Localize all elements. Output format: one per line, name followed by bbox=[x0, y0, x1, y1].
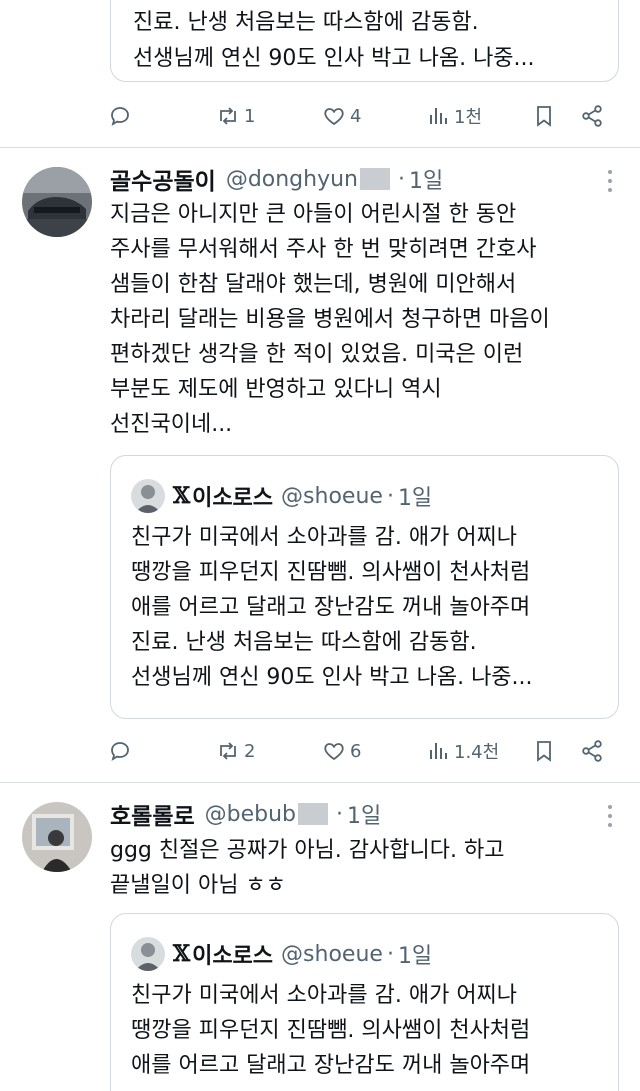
quote-timestamp: 1일 bbox=[397, 486, 433, 511]
quote-text-line: 땡깡을 피우던지 진땀뺌. 의사쌤이 천사처럼 bbox=[131, 1018, 531, 1043]
tweet-header: 골수공돌이 @donghyun · 1일 bbox=[110, 162, 443, 196]
tweet-actions: 2 6 1.4천 bbox=[108, 736, 618, 766]
quoted-tweet-card[interactable]: 𝕏 이소로스 @shoeue · 1일 친구가 미국에서 소아과를 감. 애가 … bbox=[110, 455, 619, 719]
quote-handle: @shoeue bbox=[281, 941, 383, 967]
views-count: 1.4천 bbox=[454, 742, 500, 763]
tweet[interactable]: 호롤롤로 @bebub · 1일 ggg 친절은 공짜가 아님. 감사합니다. … bbox=[0, 783, 640, 1091]
like-count: 4 bbox=[350, 105, 362, 127]
bookmark-button[interactable] bbox=[532, 101, 556, 131]
quote-avatar bbox=[131, 937, 165, 971]
tweet-header: 호롤롤로 @bebub · 1일 bbox=[110, 797, 381, 831]
tweet-text-line: 편하겠단 생각을 한 적이 있었음. 미국은 이런 bbox=[110, 342, 524, 367]
retweet-icon bbox=[216, 104, 240, 128]
avatar[interactable] bbox=[22, 167, 92, 237]
views-button[interactable]: 1.4천 bbox=[426, 736, 499, 766]
views-count: 1천 bbox=[454, 107, 483, 128]
separator-dot: · bbox=[398, 166, 405, 192]
quote-text-line: 진료. 난생 처음보는 따스함에 감동함. bbox=[131, 630, 477, 655]
retweet-icon bbox=[216, 739, 240, 763]
retweet-count: 1 bbox=[244, 105, 256, 127]
separator-dot: · bbox=[386, 483, 394, 509]
x-logo-icon: 𝕏 bbox=[173, 941, 191, 967]
bookmark-icon bbox=[532, 739, 556, 763]
more-icon[interactable] bbox=[606, 805, 614, 829]
reply-icon bbox=[108, 104, 132, 128]
retweet-button[interactable]: 2 bbox=[216, 736, 255, 766]
retweet-button[interactable]: 1 bbox=[216, 101, 255, 131]
views-icon bbox=[426, 739, 450, 763]
redaction-box bbox=[298, 803, 329, 825]
bookmark-icon bbox=[532, 104, 556, 128]
quote-timestamp: 1일 bbox=[397, 944, 433, 969]
quote-text-line: 선생님께 연신 90도 인사 박고 나옴. 나중... bbox=[133, 46, 535, 71]
quote-text-line: 땡깡을 피우던지 진땀뺌. 의사쌤이 천사처럼 bbox=[131, 560, 531, 585]
share-icon bbox=[580, 104, 604, 128]
views-button[interactable]: 1천 bbox=[426, 101, 482, 131]
timestamp[interactable]: 1일 bbox=[347, 798, 381, 830]
quote-text-line: 친구가 미국에서 소아과를 감. 애가 어찌나 bbox=[131, 983, 518, 1008]
display-name[interactable]: 호롤롤로 bbox=[110, 797, 195, 831]
tweet-text: ggg 친절은 공짜가 아님. 감사합니다. 하고 끝낼일이 아님 ㅎㅎ bbox=[110, 833, 620, 903]
tweet[interactable]: 골수공돌이 @donghyun · 1일 지금은 아니지만 큰 아들이 어린시절… bbox=[0, 148, 640, 782]
quote-text: 친구가 미국에서 소아과를 감. 애가 어찌나 땡깡을 피우던지 진땀뺌. 의사… bbox=[131, 520, 533, 695]
quote-handle: @shoeue bbox=[281, 483, 383, 509]
separator-dot: · bbox=[336, 801, 344, 827]
tweet-text-line: ggg 친절은 공짜가 아님. 감사합니다. 하고 bbox=[110, 838, 505, 863]
tweet-text-line: 차라리 달래는 비용을 병원에서 청구하면 마음이 bbox=[110, 307, 550, 332]
like-button[interactable]: 6 bbox=[322, 736, 361, 766]
quote-display-name: 이소로스 bbox=[192, 486, 274, 511]
quote-text-line: 선생님께 연신 90도 인사 박고 나옴. 나중... bbox=[131, 665, 533, 690]
quote-header: 𝕏 이소로스 @shoeue · 1일 bbox=[131, 936, 432, 972]
avatar[interactable] bbox=[22, 802, 92, 872]
quote-display-name: 이소로스 bbox=[192, 944, 274, 969]
quoted-tweet-card[interactable]: 𝕏 이소로스 @shoeue · 1일 친구가 미국에서 소아과를 감. 애가 … bbox=[110, 913, 619, 1091]
redaction-box bbox=[360, 168, 390, 190]
share-icon bbox=[580, 739, 604, 763]
quote-text-line: 애를 어르고 달래고 장난감도 꺼내 놀아주며 bbox=[131, 1053, 531, 1078]
quote-text-line: 애를 어르고 달래고 장난감도 꺼내 놀아주며 bbox=[131, 595, 531, 620]
like-icon bbox=[322, 104, 346, 128]
retweet-count: 2 bbox=[244, 740, 256, 762]
views-icon bbox=[426, 104, 450, 128]
quote-text-line: 친구가 미국에서 소아과를 감. 애가 어찌나 bbox=[131, 525, 518, 550]
quote-avatar bbox=[131, 479, 165, 513]
reply-button[interactable] bbox=[108, 101, 132, 131]
more-icon[interactable] bbox=[606, 170, 614, 194]
tweet-text-line: 주사를 무서워해서 주사 한 번 맞히려면 간호사 bbox=[110, 237, 537, 262]
quoted-tweet-card[interactable]: 진료. 난생 처음보는 따스함에 감동함. 선생님께 연신 90도 인사 박고 … bbox=[110, 0, 619, 82]
tweet-actions: 1 4 1천 bbox=[108, 101, 618, 131]
bookmark-button[interactable] bbox=[532, 736, 556, 766]
timestamp[interactable]: 1일 bbox=[409, 163, 443, 195]
quote-text-line: 진료. 난생 처음보는 따스함에 감동함. bbox=[133, 10, 479, 35]
tweet-text-line: 지금은 아니지만 큰 아들이 어린시절 한 동안 bbox=[110, 202, 517, 227]
x-logo-icon: 𝕏 bbox=[173, 483, 191, 509]
quote-header: 𝕏 이소로스 @shoeue · 1일 bbox=[131, 478, 432, 514]
reply-button[interactable] bbox=[108, 736, 132, 766]
reply-icon bbox=[108, 739, 132, 763]
tweet-text-line: 부분도 제도에 반영하고 있다니 역시 bbox=[110, 377, 442, 402]
share-button[interactable] bbox=[580, 736, 604, 766]
tweet-text: 지금은 아니지만 큰 아들이 어린시절 한 동안 주사를 무서워해서 주사 한 … bbox=[110, 197, 620, 442]
like-button[interactable]: 4 bbox=[322, 101, 361, 131]
tweet-text-line: 끝낼일이 아님 ㅎㅎ bbox=[110, 873, 286, 898]
tweet-text-line: 선진국이네... bbox=[110, 412, 233, 437]
like-count: 6 bbox=[350, 740, 362, 762]
like-icon bbox=[322, 739, 346, 763]
share-button[interactable] bbox=[580, 101, 604, 131]
separator-dot: · bbox=[386, 941, 394, 967]
quote-text: 친구가 미국에서 소아과를 감. 애가 어찌나 땡깡을 피우던지 진땀뺌. 의사… bbox=[131, 978, 530, 1083]
user-handle[interactable]: @donghyun bbox=[226, 167, 358, 192]
user-handle[interactable]: @bebub bbox=[205, 802, 296, 827]
display-name[interactable]: 골수공돌이 bbox=[110, 162, 216, 196]
tweet-text-line: 샘들이 한참 달래야 했는데, 병원에 미안해서 bbox=[110, 272, 517, 297]
